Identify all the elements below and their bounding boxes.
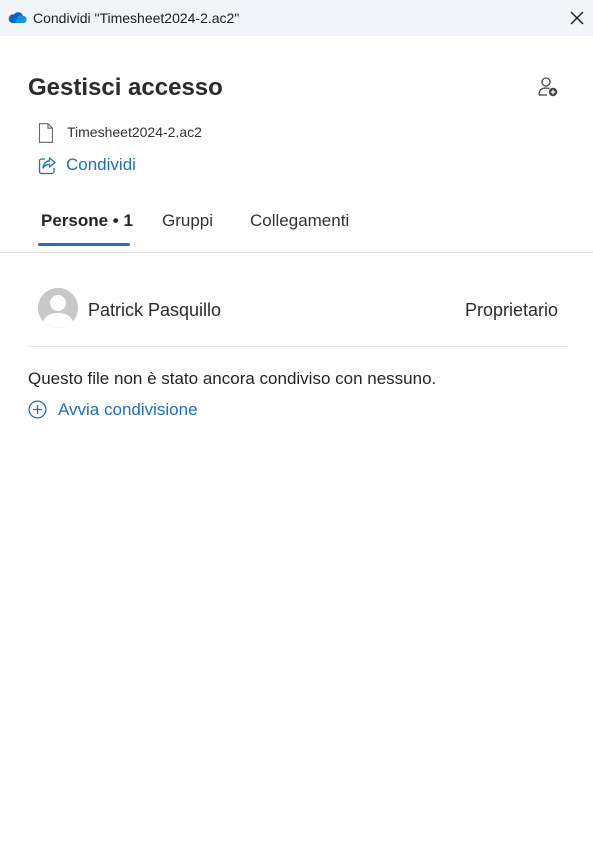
- close-icon: [570, 11, 584, 25]
- onedrive-cloud-icon: [8, 12, 27, 23]
- avatar: [38, 288, 78, 328]
- document-icon: [38, 123, 54, 143]
- file-name: Timesheet2024-2.ac2: [67, 124, 202, 140]
- add-circle-icon: [28, 400, 47, 419]
- page-title: Gestisci accesso: [28, 74, 223, 101]
- tab-persone[interactable]: Persone • 1: [41, 211, 133, 231]
- list-item[interactable]: Patrick Pasquillo Proprietario: [28, 280, 568, 347]
- person-add-icon: [538, 77, 558, 97]
- tab-gruppi[interactable]: Gruppi: [162, 211, 213, 231]
- close-button[interactable]: [563, 6, 591, 30]
- share-label: Condividi: [66, 155, 136, 174]
- person-name: Patrick Pasquillo: [88, 300, 222, 320]
- start-sharing-label: Avvia condivisione: [58, 400, 198, 419]
- share-icon: [38, 157, 56, 175]
- person-placeholder-icon: [38, 288, 78, 328]
- tab-collegamenti[interactable]: Collegamenti: [250, 211, 349, 231]
- tab-bar: Persone • 1 Gruppi Collegamenti: [0, 200, 593, 253]
- active-tab-indicator: [38, 243, 130, 246]
- empty-state-message: Questo file non è stato ancora condiviso…: [28, 369, 437, 388]
- person-role: Proprietario: [464, 300, 558, 320]
- add-person-button[interactable]: [536, 75, 560, 99]
- title-bar: Condividi "Timesheet2024-2.ac2": [0, 0, 593, 36]
- window-title: Condividi "Timesheet2024-2.ac2": [33, 10, 240, 26]
- file-info: Timesheet2024-2.ac2: [38, 122, 202, 144]
